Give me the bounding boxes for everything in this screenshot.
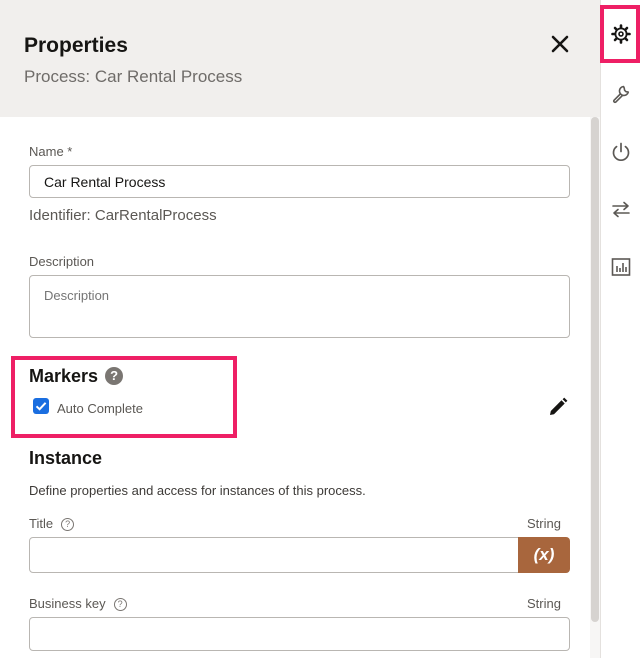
close-button[interactable] [546, 30, 574, 58]
power-icon [612, 142, 630, 161]
edit-markers-button[interactable] [546, 395, 570, 419]
name-input[interactable] [29, 165, 570, 198]
description-label: Description [29, 254, 95, 269]
wrench-icon [612, 85, 630, 104]
rail-item-tools[interactable] [610, 83, 632, 105]
panel-subtitle: Process: Car Rental Process [24, 67, 243, 86]
rail-item-data-flow[interactable] [610, 198, 632, 220]
pencil-icon [550, 397, 568, 415]
rail-item-power[interactable] [610, 141, 632, 163]
swap-arrows-icon [612, 201, 630, 218]
markers-highlight-box [11, 356, 237, 438]
business-key-label: Business key [29, 596, 106, 611]
business-key-type-label: String [527, 596, 561, 611]
panel-header: Properties Process: Car Rental Process [0, 0, 600, 117]
panel-scrollbar[interactable] [590, 117, 600, 658]
description-textarea[interactable] [29, 275, 570, 338]
title-help-icon[interactable]: ? [61, 518, 75, 531]
side-rail [600, 0, 642, 658]
instance-description: Define properties and access for instanc… [29, 483, 366, 498]
title-field-label: Title? [29, 516, 75, 531]
settings-highlight-box [600, 5, 640, 63]
business-key-help-icon[interactable]: ? [113, 598, 127, 611]
scrollbar-thumb[interactable] [591, 117, 599, 622]
expression-button[interactable]: (x) [518, 537, 570, 573]
title-input[interactable] [29, 537, 519, 573]
rail-item-metrics[interactable] [610, 256, 632, 278]
business-key-field-label: Business key? [29, 596, 127, 611]
bar-chart-icon [611, 258, 631, 276]
title-label: Title [29, 516, 54, 531]
business-key-input[interactable] [29, 617, 570, 651]
close-icon [551, 35, 569, 53]
name-label: Name * [29, 144, 73, 159]
identifier-text: Identifier: CarRentalProcess [29, 207, 217, 224]
properties-panel: Properties Process: Car Rental Process N… [0, 0, 600, 658]
title-type-label: String [527, 516, 561, 531]
panel-title: Properties [24, 34, 128, 57]
instance-title: Instance [29, 448, 103, 468]
